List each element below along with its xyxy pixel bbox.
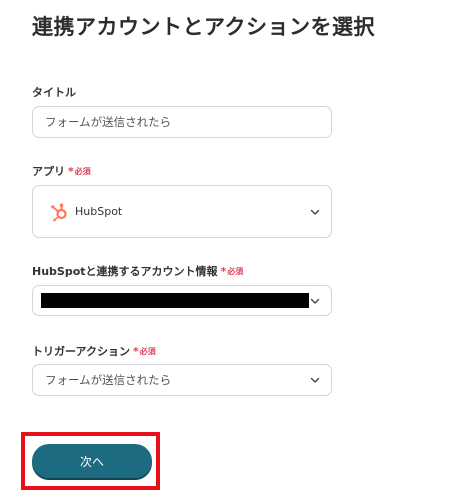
required-star: * xyxy=(220,264,227,278)
app-field-label: アプリ * 必須 xyxy=(32,163,91,179)
title-input[interactable] xyxy=(32,106,332,138)
account-label-text: HubSpotと連携するアカウント情報 xyxy=(32,265,218,278)
redacted-account-value xyxy=(41,293,309,308)
selected-app-name: HubSpot xyxy=(75,205,123,218)
chevron-down-icon xyxy=(310,377,320,383)
page-title: 連携アカウントとアクションを選択 xyxy=(32,15,375,39)
chevron-down-icon xyxy=(310,209,320,215)
required-star: * xyxy=(68,164,74,178)
title-field-label: タイトル xyxy=(32,84,76,100)
trigger-field-label: トリガーアクション * 必須 xyxy=(32,343,156,359)
title-label-text: タイトル xyxy=(32,86,76,99)
chevron-down-icon xyxy=(310,298,320,304)
trigger-label-text: トリガーアクション xyxy=(32,345,131,358)
hubspot-logo-icon xyxy=(51,202,67,221)
next-button[interactable]: 次へ xyxy=(32,444,152,478)
required-badge: 必須 xyxy=(74,166,91,176)
trigger-select[interactable]: フォームが送信されたら xyxy=(32,364,332,396)
app-select[interactable]: HubSpot xyxy=(32,185,332,238)
page: 連携アカウントとアクションを選択 タイトル アプリ * 必須 HubSpot H… xyxy=(0,0,471,501)
account-field-label: HubSpotと連携するアカウント情報 * 必須 xyxy=(32,263,243,279)
trigger-selected-value: フォームが送信されたら xyxy=(45,373,172,387)
required-badge: 必須 xyxy=(139,346,156,356)
required-star: * xyxy=(133,344,139,358)
required-badge: 必須 xyxy=(227,266,244,276)
account-select[interactable] xyxy=(32,285,332,316)
app-label-text: アプリ xyxy=(32,165,65,178)
